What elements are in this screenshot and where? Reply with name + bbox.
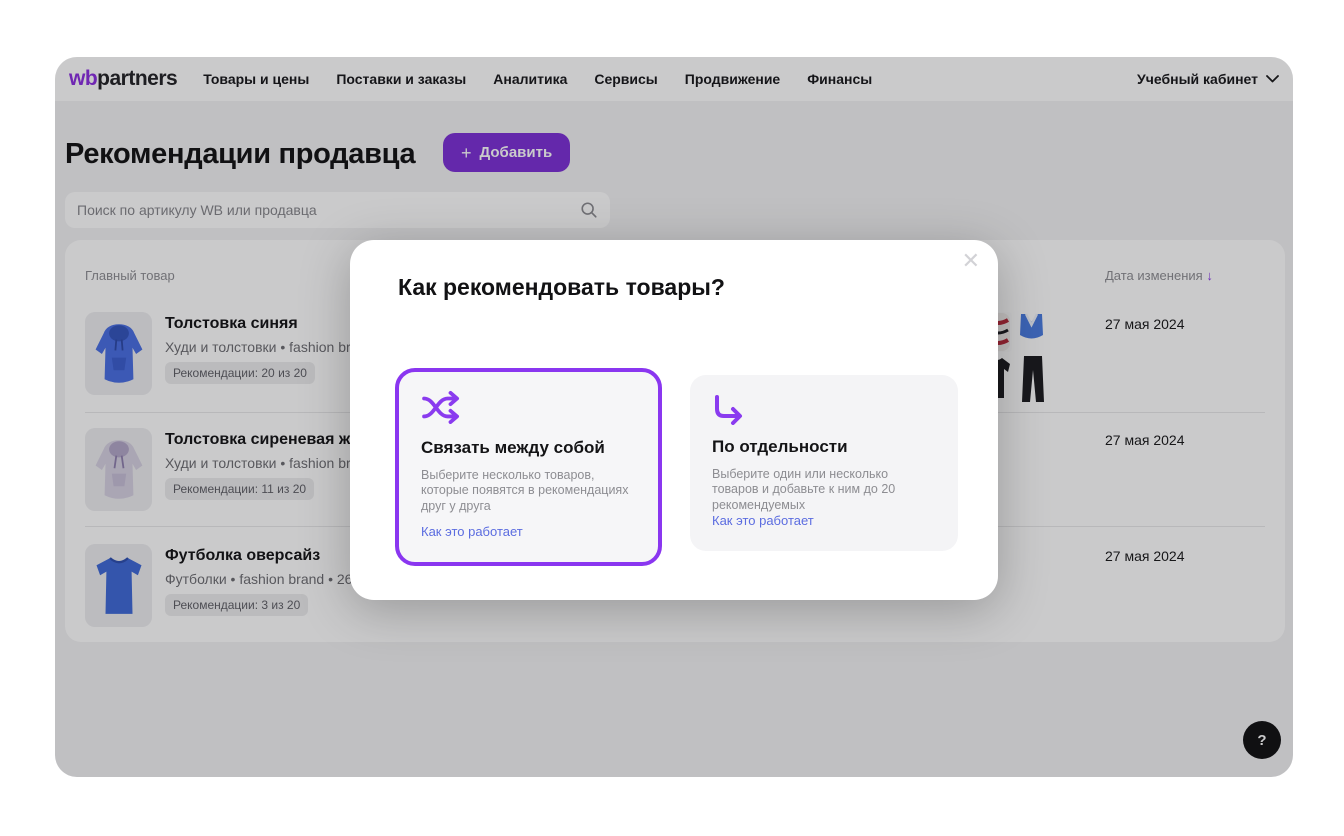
- screen: wbpartners Товары и цены Поставки и зака…: [0, 0, 1344, 836]
- modal-title: Как рекомендовать товары?: [398, 274, 725, 301]
- option-title: Связать между собой: [421, 438, 605, 458]
- option-individually[interactable]: По отдельности Выберите один или несколь…: [690, 375, 958, 551]
- option-title: По отдельности: [712, 437, 848, 457]
- branch-arrow-icon: [712, 395, 746, 425]
- how-it-works-link[interactable]: Как это работает: [421, 524, 523, 539]
- close-icon[interactable]: ✕: [962, 248, 980, 274]
- shuffle-icon: [421, 390, 463, 424]
- option-link-together[interactable]: Связать между собой Выберите несколько т…: [395, 368, 662, 566]
- how-it-works-link[interactable]: Как это работает: [712, 513, 814, 528]
- option-description: Выберите несколько товаров, которые появ…: [421, 468, 641, 514]
- how-to-recommend-modal: ✕ Как рекомендовать товары? Связать межд…: [350, 240, 998, 600]
- option-description: Выберите один или несколько товаров и до…: [712, 467, 932, 513]
